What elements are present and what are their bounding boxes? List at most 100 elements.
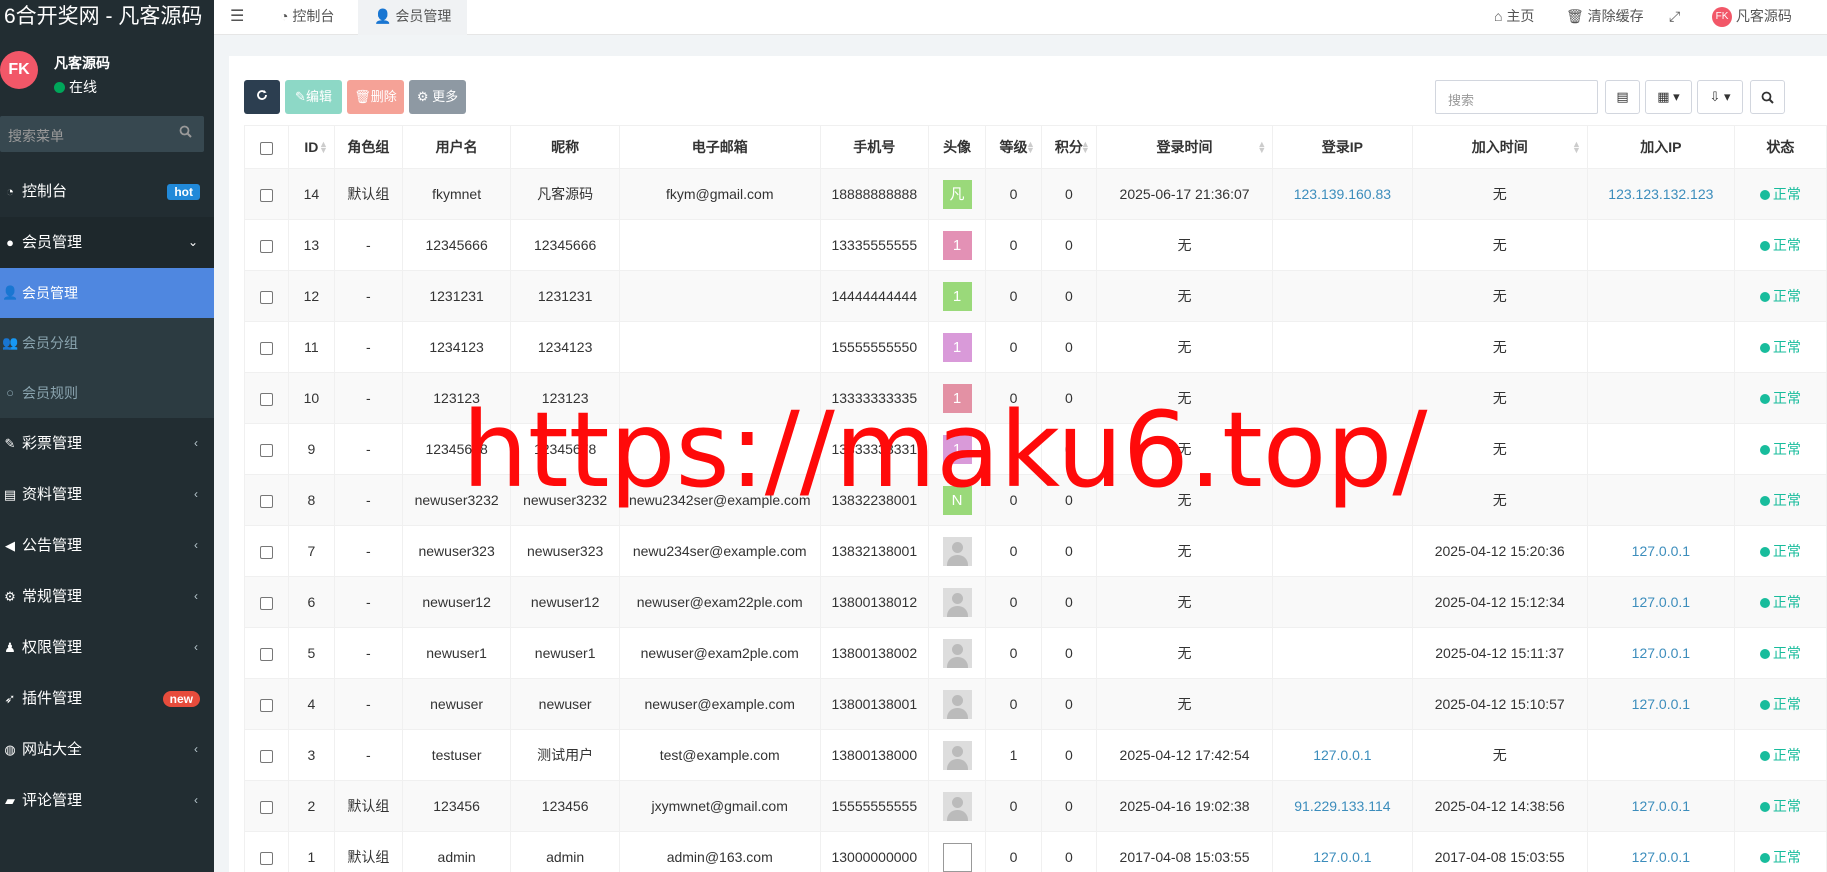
row-checkbox[interactable] bbox=[259, 392, 273, 406]
status-badge[interactable]: 正常 bbox=[1773, 492, 1801, 508]
avatar-letter[interactable]: 1 bbox=[942, 434, 972, 464]
row-checkbox[interactable] bbox=[259, 443, 273, 457]
cell-value[interactable]: 127.0.0.1 bbox=[1632, 594, 1690, 610]
sidebar-item-auth[interactable]: ♟ 权限管理 ‹ bbox=[0, 622, 214, 673]
row-checkbox[interactable] bbox=[259, 494, 273, 508]
table-row[interactable]: 8 - newuser3232 newuser3232 newu2342ser@exam… bbox=[244, 474, 1827, 526]
app-title[interactable]: 6合开奖网 - 凡客源码 bbox=[0, 0, 214, 35]
table-row[interactable]: 11 - 1234123 1234123 15555555550 1 0 0 无 无 正常 bbox=[244, 321, 1827, 373]
status-badge[interactable]: 正常 bbox=[1773, 186, 1801, 202]
row-checkbox[interactable] bbox=[259, 290, 273, 304]
row-checkbox[interactable] bbox=[259, 239, 273, 253]
cell-value[interactable]: 127.0.0.1 bbox=[1313, 747, 1371, 763]
sort-icon[interactable]: ▲ ▼ bbox=[1026, 140, 1035, 155]
refresh-button[interactable] bbox=[244, 80, 280, 114]
avatar-letter[interactable]: 1 bbox=[942, 281, 972, 311]
avatar-letter[interactable]: N bbox=[942, 485, 972, 515]
avatar-image[interactable] bbox=[942, 842, 972, 872]
default-avatar-icon[interactable] bbox=[942, 638, 972, 668]
column-header[interactable]: 积分 ▲ ▼ bbox=[1040, 125, 1097, 169]
column-header[interactable]: 加入时间 ▲ ▼ bbox=[1411, 125, 1588, 169]
search-button[interactable] bbox=[1750, 80, 1785, 114]
sort-icon[interactable]: ▲ ▼ bbox=[319, 140, 328, 155]
table-row[interactable]: 6 - newuser12 newuser12 newuser@exam22ple.co… bbox=[244, 576, 1827, 628]
more-button[interactable]: ⚙ 更多 bbox=[409, 80, 466, 114]
cell-value[interactable]: 127.0.0.1 bbox=[1313, 849, 1371, 865]
table-row[interactable]: 4 - newuser newuser newuser@example.com 13800… bbox=[244, 678, 1827, 730]
delete-button[interactable]: 🗑删除 bbox=[347, 80, 404, 114]
status-badge[interactable]: 正常 bbox=[1773, 849, 1801, 865]
row-checkbox[interactable] bbox=[259, 545, 273, 559]
default-avatar-icon[interactable] bbox=[942, 791, 972, 821]
sidebar-item-addon[interactable]: ➶ 插件管理 new bbox=[0, 673, 214, 724]
status-badge[interactable]: 正常 bbox=[1773, 339, 1801, 355]
table-row[interactable]: 10-123123 123123 13333333335 1 0 0 无无正常 bbox=[244, 372, 1827, 424]
status-badge[interactable]: 正常 bbox=[1773, 696, 1801, 712]
sidebar-item-notice[interactable]: ◀ 公告管理 ‹ bbox=[0, 520, 214, 571]
sidebar-item-data[interactable]: ▤ 资料管理 ‹ bbox=[0, 469, 214, 520]
row-checkbox[interactable] bbox=[259, 188, 273, 202]
cell-value[interactable]: 127.0.0.1 bbox=[1632, 696, 1690, 712]
sidebar-item-comments[interactable]: ▰ 评论管理 ‹ bbox=[0, 775, 214, 826]
select-all-checkbox[interactable] bbox=[259, 141, 273, 155]
default-avatar-icon[interactable] bbox=[942, 689, 972, 719]
fullscreen-icon[interactable]: ⤢ bbox=[1669, 0, 1680, 35]
default-avatar-icon[interactable] bbox=[942, 587, 972, 617]
row-checkbox[interactable] bbox=[259, 749, 273, 763]
table-row[interactable]: 12 - 1231231 1231231 14444444444 1 0 0 无 无 正常 bbox=[244, 270, 1827, 322]
status-badge[interactable]: 正常 bbox=[1773, 441, 1801, 457]
column-header[interactable]: ID ▲ ▼ bbox=[287, 125, 335, 169]
table-row[interactable]: 5 - newuser1 newuser1 newuser@exam2ple.com 13… bbox=[244, 627, 1827, 679]
sidebar-item-websites[interactable]: ◍ 网站大全 ‹ bbox=[0, 724, 214, 775]
table-row[interactable]: 3 - testuser 测试用户 test@example.com 1380013800… bbox=[244, 729, 1827, 781]
row-checkbox[interactable] bbox=[259, 596, 273, 610]
edit-button[interactable]: ✎编辑 bbox=[285, 80, 342, 114]
sidebar-subitem-member-manage[interactable]: 👤 会员管理 bbox=[0, 268, 214, 318]
row-checkbox[interactable] bbox=[259, 800, 273, 814]
table-row[interactable]: 1 默认组 admin admin admin@163.com 13000000000 0 0… bbox=[244, 831, 1827, 872]
avatar-letter[interactable]: 凡 bbox=[942, 179, 972, 209]
cell-value[interactable]: 127.0.0.1 bbox=[1632, 849, 1690, 865]
status-badge[interactable]: 正常 bbox=[1773, 594, 1801, 610]
user-menu[interactable]: FK 凡客源码 bbox=[1712, 0, 1792, 35]
cell-value[interactable]: 123.123.132.123 bbox=[1608, 186, 1713, 202]
avatar-letter[interactable]: 1 bbox=[942, 383, 972, 413]
toggle-view-button[interactable]: ▤ bbox=[1605, 80, 1640, 114]
sidebar-search-input[interactable]: 搜索菜单 bbox=[0, 116, 204, 152]
sidebar-item-general[interactable]: ⚙ 常规管理 ‹ bbox=[0, 571, 214, 622]
sort-icon[interactable]: ▲ ▼ bbox=[1572, 140, 1581, 155]
column-header[interactable]: 登录时间 ▲ ▼ bbox=[1095, 125, 1274, 169]
sort-icon[interactable]: ▲ ▼ bbox=[1257, 140, 1266, 155]
tab-member-manage[interactable]: 👤 会员管理 bbox=[358, 0, 468, 35]
sidebar-item-dashboard[interactable]: ◔ 控制台 hot bbox=[0, 166, 214, 217]
status-badge[interactable]: 正常 bbox=[1773, 237, 1801, 253]
table-row[interactable]: 9 - 12345678 12345678 13333333331 1 0 0 无 无 正常 bbox=[244, 423, 1827, 475]
sidebar-item-lottery[interactable]: ✎ 彩票管理 ‹ bbox=[0, 418, 214, 469]
row-checkbox[interactable] bbox=[259, 647, 273, 661]
sort-icon[interactable]: ▲ ▼ bbox=[1081, 140, 1090, 155]
default-avatar-icon[interactable] bbox=[942, 740, 972, 770]
column-header[interactable]: 等级 ▲ ▼ bbox=[985, 125, 1042, 169]
status-badge[interactable]: 正常 bbox=[1773, 543, 1801, 559]
default-avatar-icon[interactable] bbox=[942, 536, 972, 566]
home-link[interactable]: ⌂ 主页 bbox=[1494, 0, 1534, 35]
table-row[interactable]: 14 默认组 fkymnet 凡客源码 fkym@gmail.com 1888888888… bbox=[244, 168, 1827, 220]
status-badge[interactable]: 正常 bbox=[1773, 747, 1801, 763]
table-row[interactable]: 13 - 12345666 12345666 13335555555 1 0 0 无 无 正常 bbox=[244, 219, 1827, 271]
sidebar-subitem-member-rule[interactable]: ○ 会员规则 bbox=[0, 368, 214, 418]
status-badge[interactable]: 正常 bbox=[1773, 645, 1801, 661]
row-checkbox[interactable] bbox=[259, 851, 273, 865]
search-icon[interactable] bbox=[179, 125, 192, 141]
avatar-letter[interactable]: 1 bbox=[942, 332, 972, 362]
cell-value[interactable]: 123.139.160.83 bbox=[1294, 186, 1391, 202]
cell-value[interactable]: 91.229.133.114 bbox=[1294, 798, 1390, 814]
cell-value[interactable]: 127.0.0.1 bbox=[1632, 798, 1690, 814]
columns-button[interactable]: ▦ ▾ bbox=[1645, 80, 1692, 114]
bars-icon[interactable]: ☰ bbox=[230, 0, 250, 35]
sidebar-subitem-member-group[interactable]: 👥 会员分组 bbox=[0, 318, 214, 368]
cell-value[interactable]: 127.0.0.1 bbox=[1632, 645, 1690, 661]
table-row[interactable]: 2 默认组 123456 123456 jxymwnet@gmail.com 155555… bbox=[244, 780, 1827, 832]
table-row[interactable]: 7 - newuser323 newuser323 newu234ser@example… bbox=[244, 525, 1827, 577]
cell-value[interactable]: 127.0.0.1 bbox=[1632, 543, 1690, 559]
status-badge[interactable]: 正常 bbox=[1773, 798, 1801, 814]
